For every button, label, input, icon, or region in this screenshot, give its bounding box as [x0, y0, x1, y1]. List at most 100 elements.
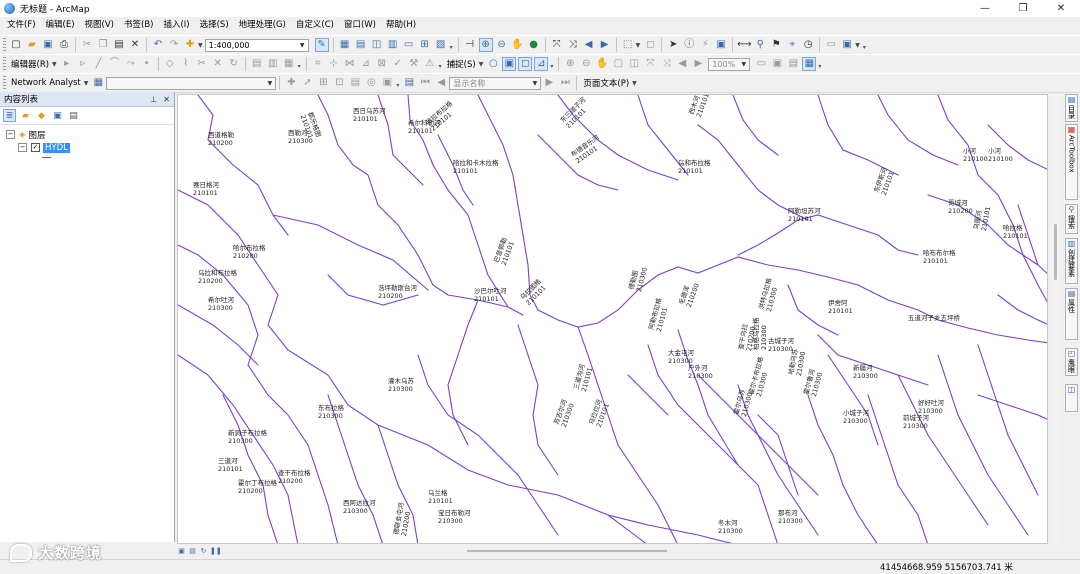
menu-selection[interactable]: 选择(S) [195, 17, 234, 34]
zoom-100-icon[interactable]: ◫ [627, 57, 641, 71]
end-point-arc-icon[interactable]: ⌒ [108, 57, 122, 71]
layer-visibility-checkbox[interactable]: ✓ [31, 143, 40, 152]
create-features-tab[interactable]: ▥ 创建要素 [1065, 238, 1078, 284]
search-window-icon[interactable]: ◫ [370, 38, 384, 52]
clear-selection-icon[interactable]: ◻ [643, 38, 657, 52]
snapping-menu[interactable]: 捕捉(S) [444, 58, 479, 70]
paste-icon[interactable]: ▤ [112, 38, 126, 52]
zoom-in-icon[interactable]: ⊕ [478, 38, 493, 52]
create-features-icon[interactable]: ▦ [282, 57, 296, 71]
editor-toolbar-icon[interactable]: ✎ [314, 38, 329, 52]
add-data-dropdown-icon[interactable]: ▼ [198, 42, 203, 49]
full-extent-icon[interactable]: ⊣ [463, 38, 477, 52]
menu-view[interactable]: 视图(V) [80, 17, 119, 34]
editor-dropdown-icon[interactable]: ▼ [52, 61, 57, 68]
select-elements-icon[interactable]: ➤ [666, 38, 680, 52]
html-popup-icon[interactable]: ▣ [714, 38, 728, 52]
minimize-button[interactable]: — [966, 0, 1004, 17]
editor-menu[interactable]: 编辑器(R) [8, 58, 52, 70]
layout-zoom-out-icon[interactable]: ⊖ [579, 57, 593, 71]
back-extent-icon[interactable]: ◀ [582, 38, 596, 52]
zoom-whole-page-icon[interactable]: ▢ [611, 57, 625, 71]
vertical-scrollbar[interactable] [1052, 94, 1060, 544]
build-network-icon[interactable]: ⊡ [332, 76, 346, 90]
menu-bookmarks[interactable]: 书签(B) [119, 17, 158, 34]
page-name-combo[interactable]: 显示名称 ▼ [449, 76, 542, 90]
find-icon[interactable]: ⚲ [753, 38, 767, 52]
network-dataset-combo[interactable]: ▼ [106, 76, 277, 90]
data-driven-pages-setup-icon[interactable]: ▤ [402, 76, 416, 90]
menu-help[interactable]: 帮助(H) [381, 17, 421, 34]
go-forward-extent-icon[interactable]: ▶ [691, 57, 705, 71]
network-identify-icon[interactable]: ◎ [364, 76, 378, 90]
toolbar-overflow-icon-2[interactable]: ▾ [863, 39, 868, 51]
go-to-xy-icon[interactable]: ⌖ [785, 38, 799, 52]
fixed-zoom-out-icon[interactable]: ⤨ [566, 38, 580, 52]
straight-segment-icon[interactable]: ╱ [92, 57, 106, 71]
edit-tool-icon[interactable]: ▸ [60, 57, 74, 71]
change-layout-icon[interactable]: ▤ [786, 57, 800, 71]
layout-view-icon[interactable]: ▤ [188, 547, 197, 556]
split-icon[interactable]: ✕ [211, 57, 225, 71]
data-view-icon[interactable]: ▣ [177, 547, 186, 556]
data-frame-row[interactable]: − ◈ 图层 [0, 128, 174, 141]
magnifier-window-icon[interactable]: ▣ [840, 38, 854, 52]
horizontal-scroll-thumb[interactable] [467, 550, 667, 552]
toggle-draft-mode-icon[interactable]: ▭ [754, 57, 768, 71]
error-inspector-icon[interactable]: ⚠ [423, 57, 437, 71]
toolbar-overflow-icon-6[interactable]: ▾ [818, 58, 823, 70]
list-by-drawing-order-icon[interactable]: ≣ [3, 109, 16, 122]
map-scale-combo[interactable]: 1:400,000 ▼ [204, 38, 309, 52]
tools-dropdown-icon[interactable]: ▼ [855, 42, 860, 49]
arctoolbox-window-icon[interactable]: ▥ [386, 38, 400, 52]
measure-icon[interactable]: ⟷ [737, 38, 751, 52]
last-page-icon[interactable]: ⏭ [558, 76, 572, 90]
layout-zoom-in-icon[interactable]: ⊕ [563, 57, 577, 71]
arctoolbox-tab[interactable]: ▦ ArcToolbox [1065, 124, 1078, 200]
menu-insert[interactable]: 插入(I) [158, 17, 194, 34]
list-by-visibility-icon[interactable]: ◆ [35, 109, 48, 122]
list-by-source-icon[interactable]: ▰ [19, 109, 32, 122]
toc-close-icon[interactable]: ✕ [163, 95, 170, 104]
open-folder-icon[interactable]: ▰ [25, 38, 39, 52]
pin-icon[interactable]: ⊥ [150, 95, 157, 104]
topology-edit-icon[interactable]: ⋈ [343, 57, 357, 71]
maximize-button[interactable]: ❐ [1004, 0, 1042, 17]
toolbar-overflow-icon-3[interactable]: ▾ [298, 58, 303, 70]
magnifier-tab[interactable]: ◫ [1065, 384, 1078, 412]
hyperlink-icon[interactable]: ⚡ [698, 38, 712, 52]
toolbar-grip[interactable] [3, 57, 6, 71]
rotate-icon[interactable]: ↻ [227, 57, 241, 71]
data-driven-pages-icon[interactable]: ▦ [802, 57, 817, 71]
zoom-out-icon[interactable]: ⊖ [495, 38, 509, 52]
cut-icon[interactable]: ✂ [80, 38, 94, 52]
search-tab[interactable]: ⚲ 搜索 [1065, 204, 1078, 234]
edge-snapping-icon[interactable]: ⊿ [534, 57, 549, 71]
pan-icon[interactable]: ✋ [511, 38, 525, 52]
select-move-location-icon[interactable]: ➚ [300, 76, 314, 90]
page-text-menu[interactable]: 页面文本(P) [580, 77, 632, 89]
go-back-extent-icon[interactable]: ◀ [675, 57, 689, 71]
page-text-dropdown-icon[interactable]: ▼ [632, 80, 637, 87]
end-snapping-icon[interactable]: ▣ [502, 57, 517, 71]
forward-extent-icon[interactable]: ▶ [598, 38, 612, 52]
catalog-window-icon[interactable]: ▤ [354, 38, 368, 52]
fix-topology-icon[interactable]: ⚒ [407, 57, 421, 71]
toolbar-grip[interactable] [3, 38, 6, 52]
list-by-selection-icon[interactable]: ▣ [51, 109, 64, 122]
first-page-icon[interactable]: ⏮ [418, 76, 432, 90]
shared-features-icon[interactable]: ⊠ [375, 57, 389, 71]
validate-icon[interactable]: ✓ [391, 57, 405, 71]
topology-icon[interactable]: ⌗ [311, 57, 325, 71]
river-map[interactable]: 西道格勒210200西勒河210300都乐格图210101 希尔科勒河210101… [178, 95, 1048, 544]
snapping-dropdown-icon[interactable]: ▼ [479, 61, 484, 68]
menu-geoprocessing[interactable]: 地理处理(G) [234, 17, 291, 34]
network-analyst-window-icon[interactable]: ▦ [91, 76, 105, 90]
vertex-snapping-icon[interactable]: ◻ [518, 57, 533, 71]
map-topology-icon[interactable]: ⊹ [327, 57, 341, 71]
menu-customize[interactable]: 自定义(C) [291, 17, 339, 34]
print-icon[interactable]: ⎙ [57, 38, 71, 52]
time-slider-icon[interactable]: ◷ [801, 38, 815, 52]
point-snapping-icon[interactable]: ○ [486, 57, 500, 71]
solve-icon[interactable]: ⊞ [316, 76, 330, 90]
